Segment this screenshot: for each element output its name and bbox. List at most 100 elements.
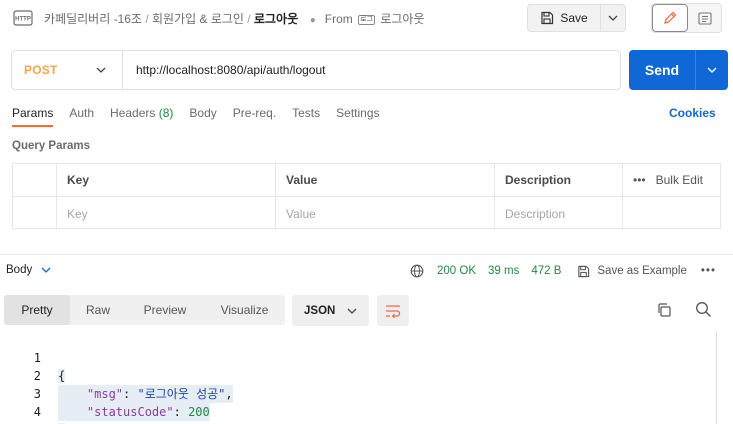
- pencil-icon: [664, 11, 677, 24]
- bulk-edit-button[interactable]: ••• Bulk Edit: [633, 173, 703, 187]
- chevron-down-icon: [347, 308, 357, 314]
- save-as-example-button[interactable]: Save as Example: [577, 265, 687, 278]
- response-size[interactable]: 472 B: [531, 265, 561, 277]
- separator-dot: ●: [301, 15, 322, 26]
- column-header-description: Description: [495, 164, 623, 196]
- tab-pretty[interactable]: Pretty: [4, 295, 70, 325]
- query-params-table: Key Value Description ••• Bulk Edit Key …: [12, 163, 721, 230]
- tab-auth[interactable]: Auth: [69, 106, 94, 127]
- save-button-group: Save: [527, 4, 626, 32]
- table-header-checkbox-cell: [13, 164, 57, 196]
- tab-raw[interactable]: Raw: [70, 295, 126, 325]
- code-line: 2 "msg": "로그아웃 성공",: [0, 349, 233, 403]
- json-key: "statusCode": [86, 405, 174, 419]
- chevron-down-icon: [41, 267, 51, 273]
- row-checkbox-cell: [13, 197, 57, 230]
- json-comma: ,: [225, 387, 233, 401]
- cookies-link[interactable]: Cookies: [669, 106, 716, 120]
- copy-icon[interactable]: [656, 302, 672, 321]
- request-tabs: Params Auth Headers (8) Body Pre-req. Te…: [12, 106, 396, 127]
- bulk-edit-cell: ••• Bulk Edit: [623, 164, 722, 196]
- search-icon[interactable]: [695, 301, 712, 321]
- json-separator: :: [123, 387, 138, 401]
- value-input[interactable]: Value: [276, 197, 495, 230]
- code-line: 3 "statusCode": 200: [0, 367, 210, 421]
- save-icon: [578, 265, 590, 277]
- breadcrumb-separator: /: [145, 12, 152, 26]
- code-scrollbar[interactable]: [716, 331, 717, 424]
- json-number-value: 200: [188, 405, 210, 419]
- row-empty-cell: [623, 197, 722, 230]
- save-options-dropdown[interactable]: [601, 5, 625, 31]
- globe-icon[interactable]: [410, 264, 424, 278]
- method-label: POST: [24, 63, 58, 77]
- response-view-tabs: Pretty Raw Preview Visualize: [4, 295, 285, 325]
- from-request-name[interactable]: 로그아웃: [380, 12, 424, 26]
- method-select[interactable]: POST: [12, 51, 123, 89]
- response-divider: [0, 254, 733, 255]
- column-header-value: Value: [276, 164, 495, 196]
- breadcrumb-current-request[interactable]: 로그아웃: [254, 12, 298, 26]
- tab-headers-label: Headers: [110, 106, 156, 120]
- breadcrumb-collection[interactable]: 카페딜리버리 -16조: [44, 12, 142, 26]
- response-body-label: Body: [6, 264, 33, 276]
- request-url-bar: POST http://localhost:8080/api/auth/logo…: [11, 50, 621, 90]
- json-key: "msg": [86, 387, 124, 401]
- description-input[interactable]: Description: [495, 197, 623, 230]
- code-line: 4 }: [0, 385, 66, 424]
- send-button[interactable]: Send: [629, 50, 696, 90]
- save-icon: [541, 11, 554, 25]
- save-as-example-label: Save as Example: [597, 265, 687, 277]
- format-select[interactable]: JSON: [292, 295, 369, 326]
- tab-preview[interactable]: Preview: [126, 295, 204, 325]
- format-label: JSON: [304, 304, 336, 317]
- response-time[interactable]: 39 ms: [488, 265, 519, 277]
- http-request-icon: HTTP: [13, 8, 33, 28]
- tab-body[interactable]: Body: [189, 106, 216, 127]
- response-meta: 200 OK 39 ms 472 B Save as Example •••: [410, 264, 716, 278]
- wrap-lines-button[interactable]: [377, 295, 409, 326]
- query-params-title: Query Params: [12, 140, 90, 152]
- tab-visualize[interactable]: Visualize: [204, 295, 285, 325]
- code-line: 1 {: [0, 331, 66, 383]
- key-input[interactable]: Key: [57, 197, 276, 230]
- line-number: 4: [33, 405, 41, 419]
- edit-mode-button[interactable]: [652, 4, 688, 32]
- json-separator: :: [173, 405, 189, 419]
- table-header-row: Key Value Description ••• Bulk Edit: [13, 164, 720, 197]
- more-options-icon: •••: [633, 173, 646, 187]
- tab-pre-request[interactable]: Pre-req.: [233, 106, 276, 127]
- tab-settings[interactable]: Settings: [336, 106, 379, 127]
- status-code[interactable]: 200 OK: [437, 265, 476, 277]
- column-header-key: Key: [57, 164, 276, 196]
- json-string-value: "로그아웃 성공": [137, 387, 226, 401]
- table-row: Key Value Description: [13, 197, 720, 230]
- send-button-group: Send: [629, 50, 728, 90]
- send-options-dropdown[interactable]: [696, 50, 728, 90]
- wrap-lines-icon: [386, 304, 401, 318]
- code-text: {: [58, 367, 66, 385]
- code-text: "statusCode": 200: [58, 403, 210, 421]
- save-button[interactable]: Save: [528, 5, 601, 31]
- tab-headers[interactable]: Headers (8): [110, 106, 173, 127]
- document-icon: [697, 11, 712, 25]
- json-brace: {: [58, 369, 66, 383]
- code-text: "msg": "로그아웃 성공",: [58, 385, 233, 403]
- breadcrumb-separator: /: [247, 12, 254, 26]
- from-example-tag: 로그: [358, 14, 375, 25]
- from-label: From: [324, 12, 353, 26]
- chevron-down-icon: [608, 15, 618, 21]
- tab-params[interactable]: Params: [12, 106, 54, 127]
- more-options-icon[interactable]: •••: [701, 265, 716, 277]
- svg-text:HTTP: HTTP: [15, 17, 31, 23]
- breadcrumb-folder[interactable]: 회원가입 & 로그인: [152, 12, 244, 26]
- save-label: Save: [560, 11, 588, 25]
- bulk-edit-label: Bulk Edit: [655, 173, 703, 187]
- chevron-down-icon: [96, 67, 106, 73]
- documentation-mode-button[interactable]: [688, 4, 721, 32]
- view-mode-toggle: [651, 3, 722, 33]
- url-input[interactable]: http://localhost:8080/api/auth/logout: [123, 63, 325, 77]
- response-body-dropdown[interactable]: Body: [6, 264, 51, 276]
- chevron-down-icon: [707, 67, 717, 73]
- tab-tests[interactable]: Tests: [292, 106, 320, 127]
